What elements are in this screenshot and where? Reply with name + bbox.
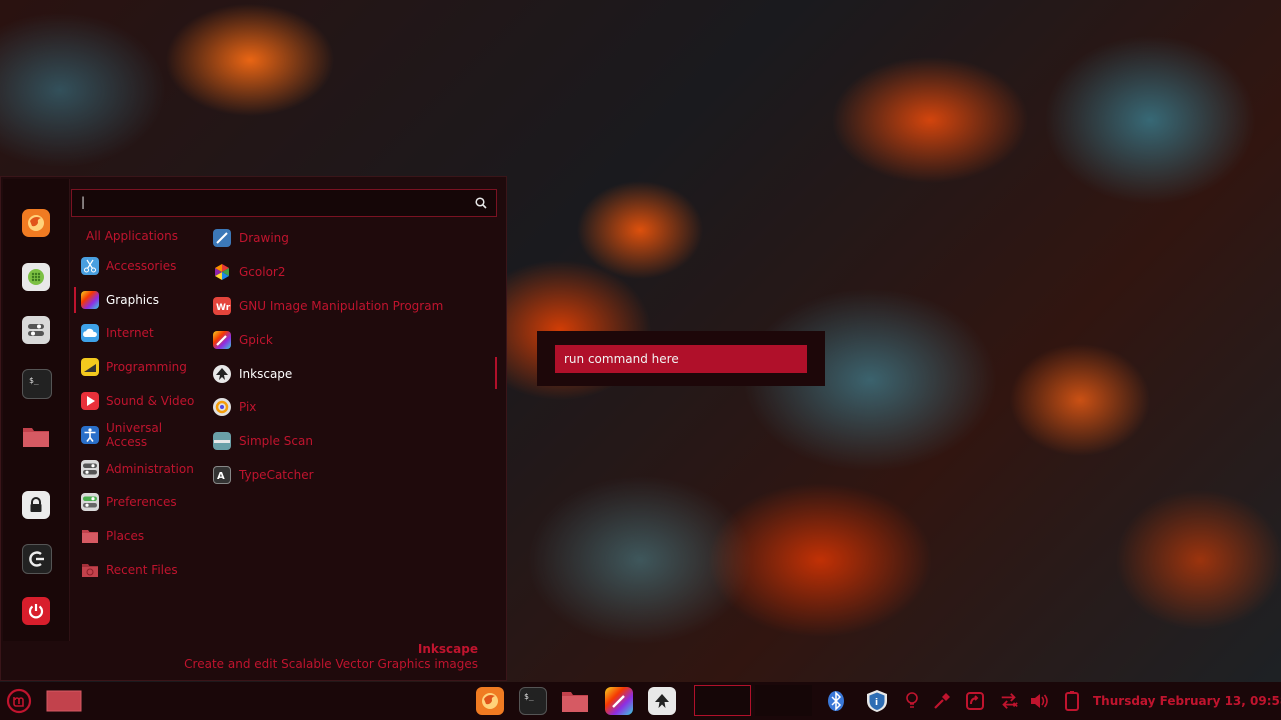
accessibility-icon xyxy=(81,426,99,444)
battery-icon[interactable] xyxy=(1062,690,1082,712)
graphics-icon xyxy=(81,291,99,309)
app-label: Simple Scan xyxy=(239,434,313,448)
application-menu: $_ | All Applications Accessories Graphi… xyxy=(0,176,507,681)
toggles-icon xyxy=(81,460,99,478)
cloud-icon xyxy=(81,324,99,342)
volume-icon[interactable] xyxy=(1029,690,1049,712)
taskbar: $_ i Thursday February 13, 09:58 xyxy=(0,682,1281,720)
svg-text:A: A xyxy=(217,471,225,482)
redshift-icon[interactable] xyxy=(965,690,985,712)
clock[interactable]: Thursday February 13, 09:58 xyxy=(1093,694,1281,708)
app-description-title: Inkscape xyxy=(417,642,478,656)
category-label: Administration xyxy=(106,462,194,476)
app-label: Gcolor2 xyxy=(239,265,286,279)
software-manager-icon[interactable] xyxy=(22,263,50,291)
run-command-input[interactable] xyxy=(555,345,807,373)
preferences-icon xyxy=(81,493,99,511)
taskbar-gpick-icon[interactable] xyxy=(605,687,633,715)
category-label: Graphics xyxy=(106,293,159,307)
settings-icon[interactable] xyxy=(22,316,50,344)
category-label: Accessories xyxy=(106,259,177,273)
app-gpick[interactable]: Gpick xyxy=(213,327,483,353)
app-gimp[interactable]: Wr GNU Image Manipulation Program xyxy=(213,293,483,319)
app-inkscape[interactable]: Inkscape xyxy=(213,361,483,387)
programming-icon xyxy=(81,358,99,376)
search-box[interactable]: | xyxy=(71,189,497,217)
category-accessories[interactable]: Accessories xyxy=(74,253,204,279)
window-button-active[interactable] xyxy=(694,685,751,716)
svg-text:$_: $_ xyxy=(524,692,534,701)
recent-folder-icon xyxy=(81,561,99,579)
category-universal-access[interactable]: Universal Access xyxy=(74,421,204,449)
category-label: Places xyxy=(106,529,145,543)
text-cursor: | xyxy=(81,195,86,209)
taskbar-firefox-icon[interactable] xyxy=(476,687,504,715)
app-label: GNU Image Manipulation Program xyxy=(239,299,444,313)
app-label: Inkscape xyxy=(239,367,293,381)
pix-icon xyxy=(213,398,231,416)
app-label: TypeCatcher xyxy=(239,468,314,482)
taskbar-terminal-icon[interactable]: $_ xyxy=(519,687,547,715)
app-drawing[interactable]: Drawing xyxy=(213,225,483,251)
play-icon xyxy=(81,392,99,410)
svg-text:i: i xyxy=(875,698,878,708)
category-places[interactable]: Places xyxy=(74,523,204,549)
svg-text:Wr: Wr xyxy=(216,303,231,313)
category-recent-files[interactable]: Recent Files xyxy=(74,557,204,583)
category-label: Internet xyxy=(106,326,154,340)
typecatcher-icon: A xyxy=(213,466,231,484)
svg-text:$_: $_ xyxy=(29,376,39,385)
run-command-dialog xyxy=(537,331,825,386)
app-gcolor2[interactable]: Gcolor2 xyxy=(213,259,483,285)
inkscape-icon xyxy=(213,365,231,383)
taskbar-files-icon[interactable] xyxy=(561,687,589,715)
app-simple-scan[interactable]: Simple Scan xyxy=(213,428,483,454)
scissors-icon xyxy=(81,257,99,275)
terminal-icon[interactable]: $_ xyxy=(22,369,52,399)
category-label: Preferences xyxy=(106,495,177,509)
scanner-icon xyxy=(213,432,231,450)
window-button[interactable] xyxy=(755,685,812,716)
category-label: Programming xyxy=(106,360,187,374)
power-icon[interactable] xyxy=(22,597,50,625)
lock-icon[interactable] xyxy=(22,491,50,519)
category-label: Recent Files xyxy=(106,563,178,577)
app-label: Gpick xyxy=(239,333,273,347)
scrollbar[interactable] xyxy=(495,357,497,389)
app-description-text: Create and edit Scalable Vector Graphics… xyxy=(184,657,478,671)
category-administration[interactable]: Administration xyxy=(74,456,204,482)
category-internet[interactable]: Internet xyxy=(74,320,204,346)
category-all-applications[interactable]: All Applications xyxy=(74,223,204,249)
logout-icon[interactable] xyxy=(22,544,52,574)
favorites-column: $_ xyxy=(3,179,70,641)
taskbar-inkscape-icon[interactable] xyxy=(648,687,676,715)
files-icon[interactable] xyxy=(22,422,50,450)
category-label: Universal Access xyxy=(106,421,163,449)
gimp-icon: Wr xyxy=(213,297,231,315)
app-typecatcher[interactable]: A TypeCatcher xyxy=(213,462,483,488)
mint-menu-icon[interactable] xyxy=(6,688,32,714)
app-label: Pix xyxy=(239,400,257,414)
drawing-icon xyxy=(213,229,231,247)
app-label: Drawing xyxy=(239,231,289,245)
update-manager-icon[interactable]: i xyxy=(865,690,889,712)
firefox-icon[interactable] xyxy=(22,209,50,237)
category-preferences[interactable]: Preferences xyxy=(74,489,204,515)
category-label: Sound & Video xyxy=(106,394,195,408)
show-desktop-icon[interactable] xyxy=(46,687,82,715)
lightbulb-icon[interactable] xyxy=(902,690,922,712)
category-label: All Applications xyxy=(86,229,178,243)
category-programming[interactable]: Programming xyxy=(74,354,204,380)
color-picker-icon[interactable] xyxy=(932,690,952,712)
search-icon[interactable] xyxy=(474,196,488,210)
category-graphics[interactable]: Graphics xyxy=(74,287,206,313)
bluetooth-icon[interactable] xyxy=(826,690,846,712)
category-sound-video[interactable]: Sound & Video xyxy=(74,388,204,414)
network-icon[interactable] xyxy=(999,690,1019,712)
folder-icon xyxy=(81,527,99,545)
gcolor-icon xyxy=(213,263,231,281)
app-pix[interactable]: Pix xyxy=(213,394,483,420)
gpick-icon xyxy=(213,331,231,349)
search-input[interactable] xyxy=(78,193,472,215)
